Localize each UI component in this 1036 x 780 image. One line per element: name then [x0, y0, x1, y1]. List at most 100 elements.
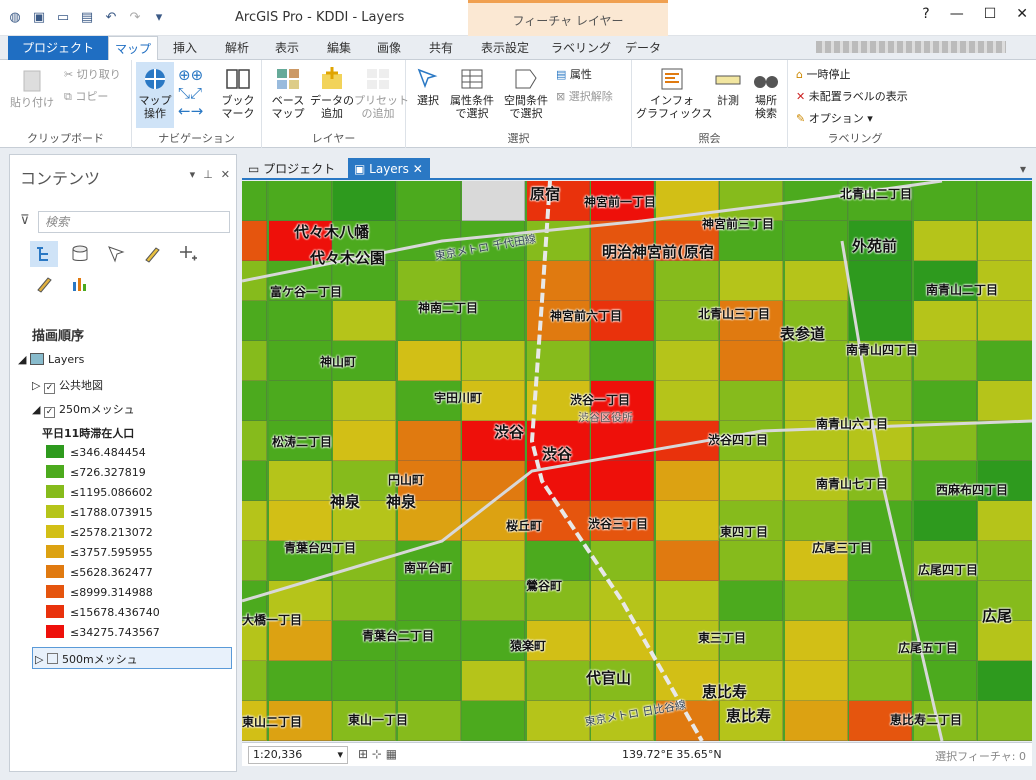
- scale-dropdown[interactable]: 1:20,336 ▾: [248, 746, 348, 764]
- select-button[interactable]: 選択: [410, 66, 446, 107]
- map-label: 東山一丁目: [348, 713, 409, 727]
- layer-kokyo[interactable]: ▷ ✓ 公共地図: [32, 377, 103, 394]
- visibility-checkbox[interactable]: ✓: [43, 407, 55, 418]
- tab-imagery[interactable]: 画像: [368, 36, 410, 60]
- map-label: 南青山六丁目: [816, 417, 889, 431]
- help-button[interactable]: ?: [922, 6, 929, 22]
- legend-item[interactable]: ≤726.327819: [46, 465, 146, 481]
- legend-item[interactable]: ≤8999.314988: [46, 585, 153, 601]
- layer-mesh500[interactable]: ▷ 500mメッシュ: [32, 647, 232, 669]
- customize-icon[interactable]: ▾: [150, 8, 168, 26]
- redo-icon[interactable]: ↷: [126, 8, 144, 26]
- group-inquiry: インフォ グラフィックス 計測 場所 検索 照会: [632, 60, 788, 148]
- bookmark-button[interactable]: ブック マーク: [218, 66, 258, 120]
- select-by-location-button[interactable]: 空間条件 で選択: [500, 66, 552, 120]
- expand-icon[interactable]: ▷: [35, 653, 47, 666]
- visibility-checkbox[interactable]: [46, 653, 58, 664]
- tab-map[interactable]: マップ: [108, 36, 158, 61]
- tab-close-icon[interactable]: ✕: [413, 162, 423, 176]
- tab-view[interactable]: 表示: [266, 36, 308, 60]
- new-project-icon[interactable]: ▣: [30, 8, 48, 26]
- expand-icon[interactable]: ▷: [32, 379, 44, 392]
- map-label: 渋谷三丁目: [588, 517, 649, 531]
- map-view[interactable]: 原宿 神宮前一丁目 北青山二丁目 代々木八幡 神宮前三丁目 代々木公園 明治神宮前(原宿 外苑…: [242, 181, 1032, 741]
- group-label: レイヤー: [311, 132, 356, 145]
- search-input[interactable]: 検索: [38, 211, 230, 233]
- copy-button[interactable]: ⧉ コピー: [64, 90, 108, 103]
- status-tool-icons[interactable]: ⊞ ⊹ ▦: [358, 747, 397, 761]
- legend-item[interactable]: ≤5628.362477: [46, 565, 153, 581]
- selected-features-count[interactable]: 選択フィーチャ: 0: [935, 748, 1026, 764]
- collapse-icon[interactable]: ◢: [32, 403, 44, 416]
- open-icon[interactable]: ▭: [54, 8, 72, 26]
- legend-item[interactable]: ≤1788.073915: [46, 505, 153, 521]
- legend-item[interactable]: ≤34275.743567: [46, 625, 160, 641]
- list-by-charts-icon[interactable]: [66, 271, 94, 297]
- list-by-source-icon[interactable]: [66, 241, 94, 267]
- layers-map-node[interactable]: ◢ Layers: [18, 353, 84, 366]
- pause-labeling-button[interactable]: ⌂ 一時停止: [796, 68, 850, 81]
- paste-button[interactable]: 貼り付け: [10, 68, 54, 109]
- ribbon: 貼り付け ✂ 切り取り ⧉ コピー クリップボード マップ 操作 ⊕⊕ ⤡⤢ ←→ …: [0, 60, 1036, 148]
- close-button[interactable]: ✕: [1016, 6, 1028, 22]
- attributes-icon: ▤: [556, 68, 570, 81]
- legend-item[interactable]: ≤2578.213072: [46, 525, 153, 541]
- unplaced-labels-button[interactable]: ✕ 未配置ラベルの表示: [796, 90, 908, 103]
- add-data-button[interactable]: データの 追加: [310, 66, 354, 120]
- tab-layers-view[interactable]: ▣ Layers ✕: [348, 158, 430, 180]
- legend-item[interactable]: ≤346.484454: [46, 445, 146, 461]
- tab-project-view[interactable]: ▭ プロジェクト: [242, 158, 342, 180]
- collapse-icon[interactable]: ◢: [18, 353, 30, 366]
- map-label: 神宮前一丁目: [584, 195, 657, 209]
- infographics-button[interactable]: インフォ グラフィックス: [636, 66, 712, 120]
- legend-swatch: [46, 605, 64, 618]
- map-label: 代々木公園: [310, 249, 386, 267]
- tab-appearance[interactable]: 表示設定: [472, 36, 538, 60]
- maximize-button[interactable]: ☐: [984, 6, 997, 22]
- select-by-attributes-button[interactable]: 属性条件 で選択: [446, 66, 498, 120]
- filter-icon[interactable]: ⊽: [20, 213, 30, 228]
- pane-menu-icon[interactable]: ▾: [190, 168, 196, 181]
- list-by-drawing-order-icon[interactable]: [30, 241, 58, 267]
- visibility-checkbox[interactable]: ✓: [43, 383, 55, 394]
- add-preset-button[interactable]: プリセット の追加: [354, 66, 409, 120]
- attributes-button[interactable]: ▤ 属性: [556, 68, 592, 81]
- tab-project[interactable]: プロジェクト: [8, 36, 108, 60]
- locate-button[interactable]: 場所 検索: [748, 66, 784, 120]
- tab-share[interactable]: 共有: [420, 36, 462, 60]
- cut-button[interactable]: ✂ 切り取り: [64, 68, 121, 81]
- map-label: 神泉: [386, 493, 417, 511]
- pane-close-icon[interactable]: ✕: [221, 168, 230, 181]
- group-navigation: マップ 操作 ⊕⊕ ⤡⤢ ←→ ブック マーク ナビゲーション: [132, 60, 262, 148]
- map-label: 宇田川町: [434, 391, 483, 405]
- legend-item[interactable]: ≤15678.436740: [46, 605, 160, 621]
- tab-data[interactable]: データ: [622, 36, 664, 60]
- list-by-editing-icon[interactable]: [138, 241, 166, 267]
- list-by-selection-icon[interactable]: [102, 241, 130, 267]
- explore-button[interactable]: マップ 操作: [136, 62, 174, 128]
- save-icon[interactable]: ▤: [78, 8, 96, 26]
- zoom-tools[interactable]: ⊕⊕ ⤡⤢ ←→: [178, 66, 214, 122]
- tab-menu-icon[interactable]: ▾: [1014, 158, 1032, 180]
- undo-icon[interactable]: ↶: [102, 8, 120, 26]
- account-info[interactable]: [816, 41, 1006, 53]
- tab-insert[interactable]: 挿入: [164, 36, 206, 60]
- clear-selection-button[interactable]: ⊠ 選択解除: [556, 90, 613, 103]
- pin-icon[interactable]: ⊥: [203, 168, 213, 181]
- layer-mesh250[interactable]: ◢ ✓ 250mメッシュ: [32, 401, 135, 418]
- minimize-button[interactable]: —: [950, 6, 964, 22]
- label-options-button[interactable]: ✎ オプション ▾: [796, 112, 873, 125]
- legend-item[interactable]: ≤3757.595955: [46, 545, 153, 561]
- tab-edit[interactable]: 編集: [318, 36, 360, 60]
- add-data-icon: [322, 67, 342, 89]
- legend-item[interactable]: ≤1195.086602: [46, 485, 153, 501]
- measure-button[interactable]: 計測: [710, 66, 746, 107]
- map-label: 外苑前: [852, 237, 898, 255]
- tab-labeling[interactable]: ラベリング: [550, 36, 612, 60]
- list-by-snapping-icon[interactable]: [174, 241, 202, 267]
- basemap-button[interactable]: ベース マップ: [266, 66, 310, 120]
- map-label: 富ケ谷一丁目: [270, 285, 343, 299]
- list-by-labeling-icon[interactable]: [30, 271, 58, 297]
- map-label: 恵比寿: [702, 683, 748, 701]
- tab-analysis[interactable]: 解析: [216, 36, 258, 60]
